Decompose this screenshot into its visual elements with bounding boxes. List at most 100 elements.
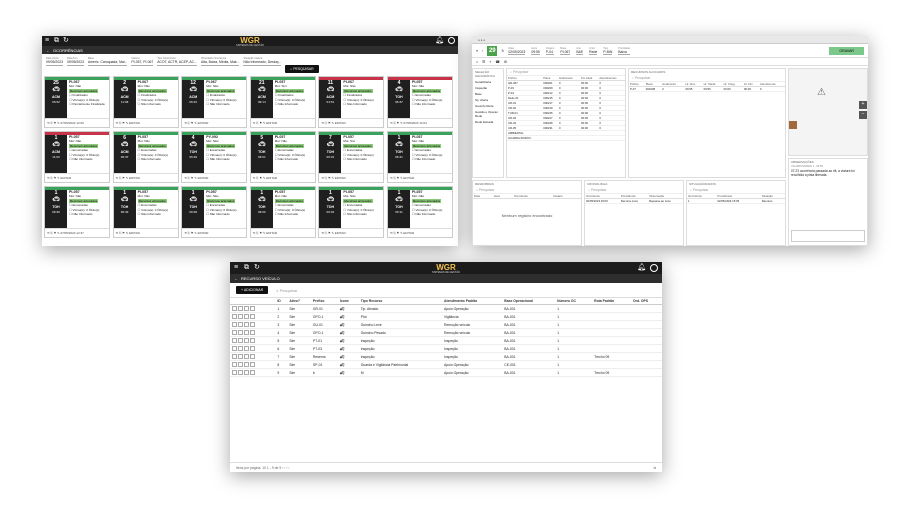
search-input[interactable]: ⌕ Pesquisar [276,288,297,293]
card-footer[interactable]: ⟲ ⎘ ⚑ ✎ 07/05/2023 12:37 [45,228,109,237]
refresh-icon[interactable]: ↻ [254,264,260,271]
delete-icon[interactable] [250,338,255,343]
detail-field[interactable]: Base PI-067 [560,47,571,55]
back-icon[interactable]: ← [46,48,50,53]
external-icon[interactable]: ⧉ [244,264,249,271]
filter-field[interactable]: Situação Viatura Não Informado, Destoq... [243,57,282,66]
table-row[interactable]: 1 02/05/2023 15:35 Recurso [687,198,785,204]
add-button[interactable]: + ADICIONAR [236,286,269,294]
edit-icon[interactable] [232,314,237,319]
cronologia-search[interactable]: ⌕ Pesquisar [585,187,683,194]
filter-field[interactable]: Tipo Ocorrência ACOT, ACTR, ACEP, AC... [157,57,197,66]
detail-field[interactable]: Ano B&E [576,47,584,55]
delete-icon[interactable] [250,362,255,367]
card-footer[interactable]: ⟲ ⎘ ⚑ ✎ EDITAR [113,118,178,127]
view-icon[interactable] [238,370,243,375]
occurrence-card[interactable]: 2 🚗︎ ACM 11:08 PI-067 Mot: Não Recursos aciona… [112,76,179,128]
copy-icon[interactable] [244,346,249,351]
table-row[interactable]: 1 Sim GR-01 🚚︎ Tip. Ativado Apoio Operação BA-… [230,304,662,313]
menu-icon[interactable]: ≡ [234,264,238,271]
card-footer[interactable]: ⟲ ⎘ ⚑ ✎ EDITAR [250,118,315,127]
external-icon[interactable]: ⧉ [54,37,59,44]
table-row[interactable]: 3 Sim GU-01 🚚︎ Guincho Leve Remoção veículo BA… [230,320,662,329]
occurrence-card[interactable]: 1 🚗︎ TOH 06:32 PI-057 Mot: Não Recursos aciona… [112,186,179,238]
copy-icon[interactable] [244,362,249,367]
filter-field[interactable]: Viatura PI-057, PI-067 [131,57,154,66]
filter-field[interactable]: Prioridade Ocorrência Alta, Baixa, Média,… [200,57,240,66]
occurrence-card[interactable]: 1 🚗︎ TOH 06:36 PI-057 Mot: Não Recursos aciona… [44,186,110,238]
field-value[interactable]: Baixa [618,50,631,55]
row-actions[interactable] [230,312,276,321]
obs-input[interactable] [791,230,865,242]
filter-value[interactable]: ACOT, ACTR, ACEP, AC... [157,60,197,66]
field-value[interactable]: PI-067 [560,50,571,55]
copy-icon[interactable] [244,306,249,311]
delete-icon[interactable] [250,370,255,375]
filter-value[interactable]: 09/05/2023 [46,60,63,66]
filter-value[interactable]: Americ. Caroquada, Mai... [87,60,128,66]
edit-icon[interactable] [232,370,237,375]
detail-field[interactable]: Data 02/05/2023 [508,47,526,55]
occurrence-card[interactable]: 1 🚗︎ TOH 05:11 PI-057 Mot: Não Recursos aciona… [386,186,453,238]
filter-value[interactable]: PI-057, PI-067 [131,60,154,66]
view-icon[interactable] [238,314,243,319]
occurrence-card[interactable]: 6 🚗︎ ACM 06:37 PI-057 Mot: Não Recursos aciona… [112,131,179,183]
card-footer[interactable]: ⟲ ⎘ ⚑ ✎ EDITAR [319,173,384,182]
detail-field[interactable]: Hora 09:55 [531,47,540,55]
settings-icon[interactable]: ⚙ [504,60,507,64]
menu-icon[interactable]: ≡ [476,49,478,53]
field-value[interactable]: P-BIN [603,50,613,55]
desdobras-search[interactable]: ⌕ Pesquisar [473,187,581,194]
phone-icon[interactable]: ☎ [495,60,499,64]
occurrence-card[interactable]: 7 🚗︎ TOH 06:01 PI-057 Mot: Sim Recursos aciona… [318,131,385,183]
table-row[interactable]: 7 Sim Reserva 🚚︎ Inspeção Inspeção BA-001 1 Trec… [230,352,662,361]
filter-field[interactable]: Data Fim 09/05/2023 [66,57,84,66]
refresh-icon[interactable]: ↻ [63,37,69,44]
zoom-in-icon[interactable]: + [859,101,867,109]
delete-icon[interactable] [250,314,255,319]
card-footer[interactable]: ⟲ ⎘ ⚑ ✎ EDITAR [182,173,247,182]
card-footer[interactable]: ⟲ ⎘ ⚑ ✎ EDITAR [319,228,384,237]
detail-field[interactable]: Tipo P-BIN [603,47,613,55]
delete-icon[interactable] [250,354,255,359]
table-row[interactable]: 4 Sim GPO-1 🚚︎ Guincho Pesado Remoção veículo… [230,328,662,337]
table-row[interactable]: P-07 000208 0 09:55 09:56 00:00 00:00 0 [629,86,785,92]
card-footer[interactable]: ⟲ ⎘ ⚑ ✎ EDITAR [45,173,109,182]
copy-icon[interactable] [244,314,249,319]
row-actions[interactable] [230,336,276,345]
view-icon[interactable] [238,338,243,343]
export-icon[interactable]: ⧉ [654,463,656,472]
avatar[interactable] [448,37,455,44]
occurrence-card[interactable]: 5 🚗︎ TOH 06:01 PI-057 Mot: Não Recursos aciona… [249,131,316,183]
detail-field[interactable]: Origem P-04 [545,47,555,55]
card-footer[interactable]: ⟲ ⎘ ⚑ ✎ EDITAR [319,118,384,127]
delete-icon[interactable] [250,330,255,335]
card-footer[interactable]: ⟲ ⎘ ⚑ ✎ 07/05/2023 12:09 [45,118,109,127]
vehicle-search[interactable]: ⌕ Pesquisar [507,69,625,76]
back-icon[interactable]: ← [234,276,238,281]
card-footer[interactable]: ⟲ ⎘ ⚑ ✎ EDITAR [250,173,315,182]
chevron-left-icon[interactable]: ‹ [482,49,483,53]
delete-icon[interactable] [250,306,255,311]
row-actions[interactable] [230,304,276,313]
view-icon[interactable] [238,346,243,351]
field-value[interactable]: B&E [576,50,584,55]
row-actions[interactable] [230,368,276,377]
card-footer[interactable]: ⟲ ⎘ ⚑ ✎ EDITAR [387,228,452,237]
zoom-out-icon[interactable]: − [859,111,867,119]
refresh-icon[interactable]: ↻ [501,49,504,53]
card-footer[interactable]: ⟲ ⎘ ⚑ ✎ EDITAR [250,228,315,237]
edit-icon[interactable] [232,362,237,367]
copy-icon[interactable] [244,370,249,375]
edit-icon[interactable] [232,306,237,311]
row-actions[interactable] [230,320,276,329]
occurrence-card[interactable]: 11 🚗︎ ACM 04:51 PI-067 Mot: Não Recursos acion… [318,76,385,128]
filter-value[interactable]: Não Informado, Destoq... [243,60,282,66]
occurrence-card[interactable]: 12 🚗︎ ACM 06:40 PI-067 Mot: Não Recursos acion… [181,76,248,128]
detail-field[interactable]: Unid. Rede [589,47,598,55]
occurrence-card[interactable]: 1 🚗︎ TOH 06:31 PI-057 Mot: Não Recursos aciona… [386,131,453,183]
map-icon[interactable]: ⌖ [489,60,491,64]
save-button[interactable]: GRAVAR [829,46,864,55]
bell-icon[interactable]: 🔔︎ [637,264,646,271]
detail-field[interactable]: Prioridade Baixa [618,47,631,55]
